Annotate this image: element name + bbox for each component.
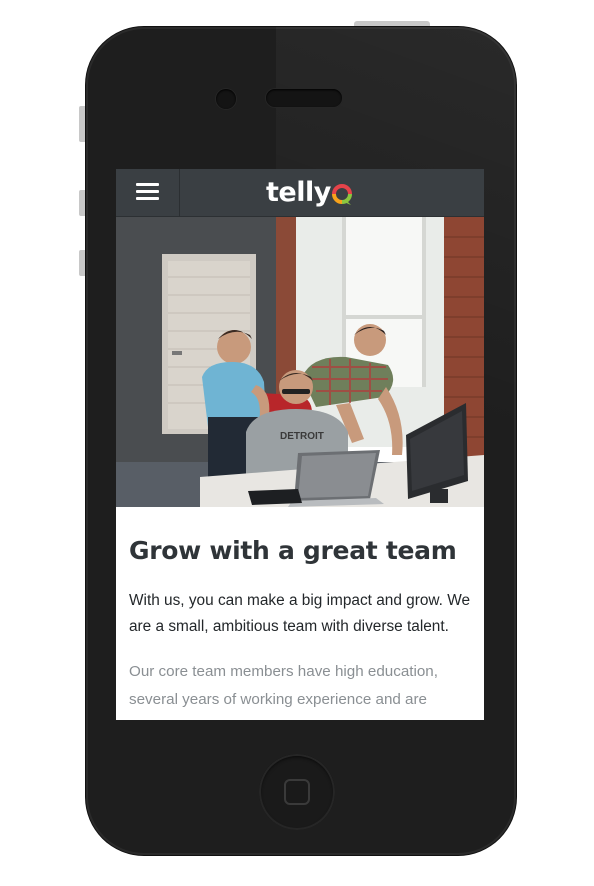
page-headline: Grow with a great team [129,536,457,565]
lead-paragraph: With us, you can make a big impact and g… [129,588,474,640]
shirt-text: DETROIT [280,431,324,442]
logo-text: telly [266,176,331,208]
mockup-stage: telly DETROIT Grow with a great team Wit… [0,0,594,886]
body-paragraph: Our core team members have high educatio… [129,658,474,714]
team-photo: DETROIT [116,217,484,507]
content-section: Grow with a great team With us, you can … [129,507,474,714]
lead-line: are a small, ambitious team with diverse… [129,618,449,635]
body-line: several years of working experience and … [129,691,428,708]
body-line: Our core team members have high educatio… [129,663,438,680]
team-photo-illustration: DETROIT [116,217,484,507]
top-navbar: telly [116,169,484,217]
home-square-icon [284,779,310,805]
hamburger-menu-icon [136,190,159,193]
front-camera [216,89,236,109]
phone-screen: telly DETROIT Grow with a great team Wit… [116,169,484,720]
lead-line: With us, you can make a big impact and g… [129,592,471,609]
hamburger-menu-icon [136,197,159,200]
earpiece-speaker [266,89,342,107]
hamburger-menu-icon [136,183,159,186]
tellyo-logo[interactable]: telly [266,175,352,209]
hamburger-menu-button[interactable] [116,169,180,217]
speech-bubble-logo-icon [331,184,352,205]
